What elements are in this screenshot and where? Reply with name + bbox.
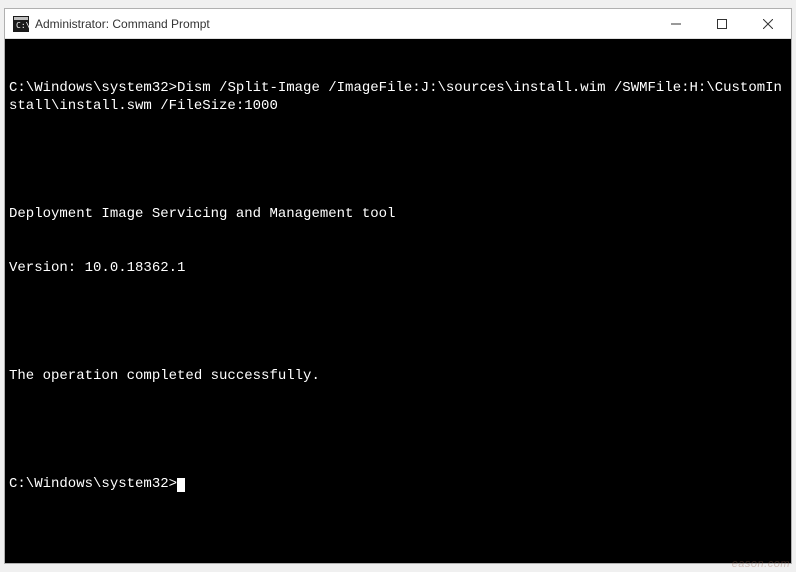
terminal-blank: [9, 421, 787, 439]
terminal-blank: [9, 313, 787, 331]
prompt: C:\Windows\system32>: [9, 80, 177, 96]
terminal-output: The operation completed successfully.: [9, 367, 787, 385]
terminal-area[interactable]: C:\Windows\system32>Dism /Split-Image /I…: [5, 39, 791, 563]
prompt: C:\Windows\system32>: [9, 476, 177, 492]
svg-text:C:\: C:\: [16, 21, 29, 30]
window-controls: [653, 9, 791, 38]
terminal-output: Version: 10.0.18362.1: [9, 259, 787, 277]
terminal-output: Deployment Image Servicing and Managemen…: [9, 205, 787, 223]
terminal-blank: [9, 151, 787, 169]
window-title: Administrator: Command Prompt: [35, 17, 210, 31]
maximize-button[interactable]: [699, 9, 745, 38]
terminal-line: C:\Windows\system32>: [9, 475, 787, 493]
command-prompt-window: C:\ Administrator: Command Prompt C:\Win…: [4, 8, 792, 564]
terminal-line: C:\Windows\system32>Dism /Split-Image /I…: [9, 79, 787, 115]
titlebar[interactable]: C:\ Administrator: Command Prompt: [5, 9, 791, 39]
cmd-icon: C:\: [13, 16, 29, 32]
close-button[interactable]: [745, 9, 791, 38]
minimize-button[interactable]: [653, 9, 699, 38]
cursor: [177, 478, 185, 492]
